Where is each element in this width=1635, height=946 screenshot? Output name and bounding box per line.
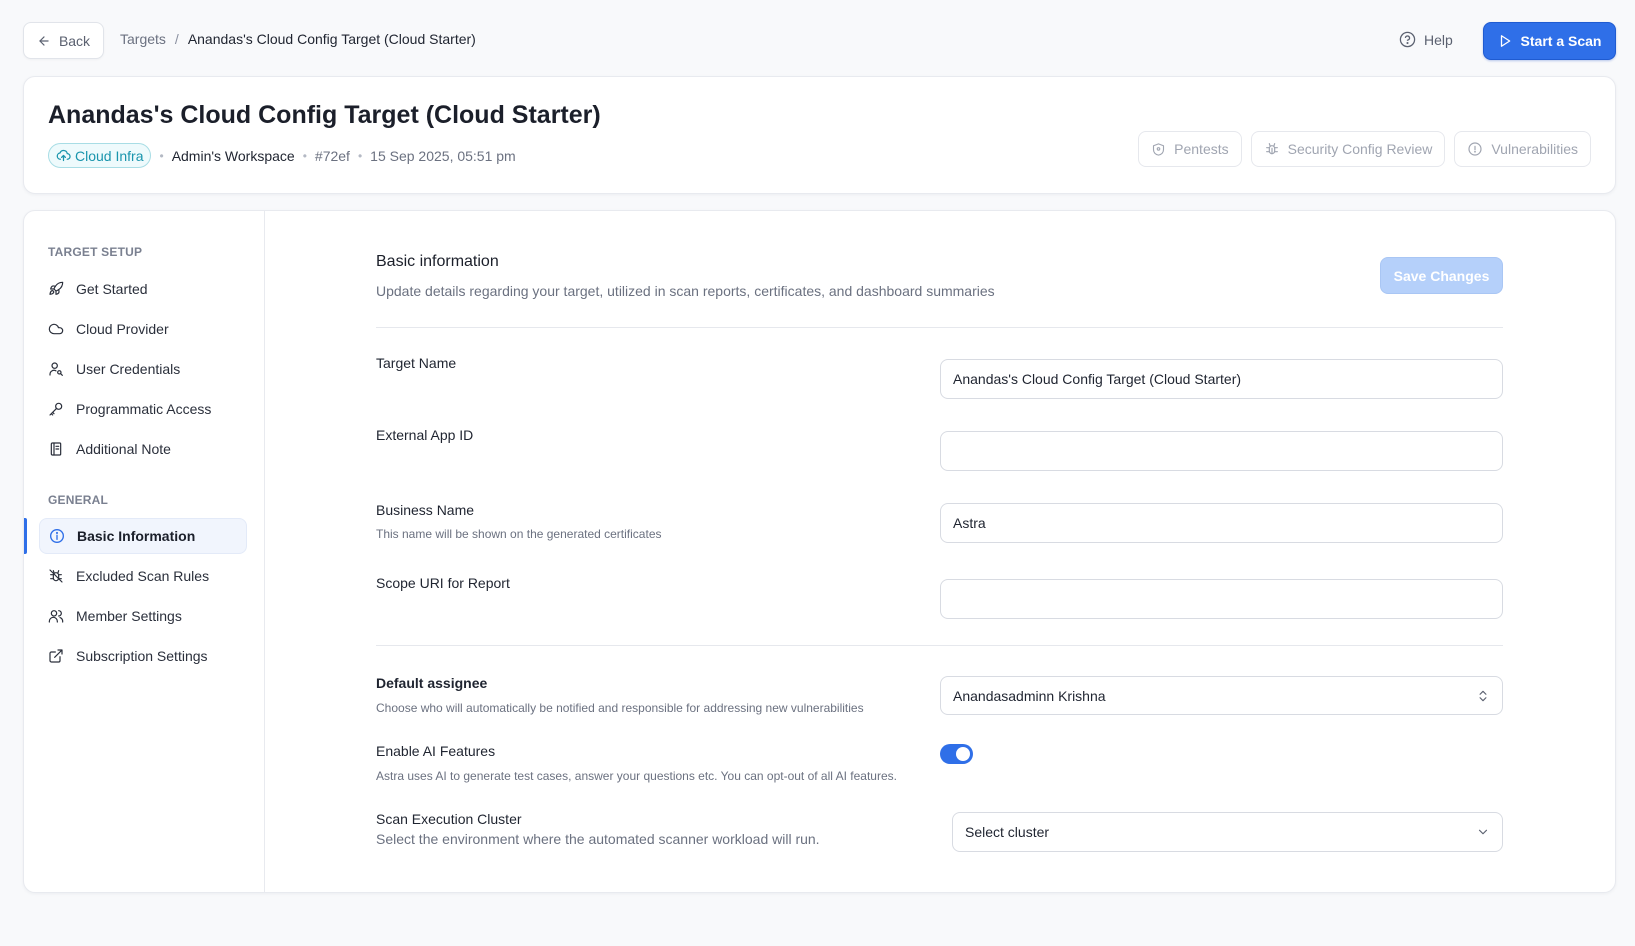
arrow-left-icon	[37, 34, 51, 48]
back-button-label: Back	[58, 32, 91, 49]
back-button[interactable]: Back	[23, 22, 104, 59]
meta-separator: •	[357, 148, 363, 163]
external-app-id-label: External App ID	[376, 427, 474, 443]
basic-info-form: Basic information Update details regardi…	[24, 211, 1615, 892]
business-name-label: Business Name	[376, 502, 475, 518]
cloud-infra-badge: Cloud Infra	[48, 143, 152, 168]
ai-features-help: Astra uses AI to generate test cases, an…	[376, 769, 897, 783]
divider	[376, 645, 1503, 646]
tab-security-config-review[interactable]: Security Config Review	[1250, 131, 1446, 167]
default-assignee-label: Default assignee	[376, 675, 488, 691]
default-assignee-help: Choose who will automatically be notifie…	[376, 701, 864, 715]
external-app-id-input[interactable]	[940, 431, 1503, 471]
scan-cluster-label: Scan Execution Cluster	[376, 811, 522, 827]
ai-features-toggle[interactable]	[940, 744, 973, 764]
help-label: Help	[1424, 31, 1453, 48]
created-date: 15 Sep 2025, 05:51 pm	[370, 147, 516, 164]
tab-vulnerabilities[interactable]: Vulnerabilities	[1454, 131, 1591, 167]
tab-pentests[interactable]: Pentests	[1138, 131, 1242, 167]
badge-label: Cloud Infra	[75, 147, 144, 164]
scope-uri-label: Scope URI for Report	[376, 575, 510, 591]
select-value: Select cluster	[965, 824, 1050, 840]
help-link[interactable]: Help	[1399, 31, 1453, 48]
target-meta: Cloud Infra • Admin's Workspace • #72ef …	[48, 143, 516, 168]
page-title: Anandas's Cloud Config Target (Cloud Sta…	[48, 101, 601, 129]
scope-uri-input[interactable]	[940, 579, 1503, 619]
select-value: Anandasadminn Krishna	[953, 687, 1106, 704]
business-name-help: This name will be shown on the generated…	[376, 527, 662, 541]
start-scan-button[interactable]: Start a Scan	[1483, 22, 1616, 60]
save-changes-button[interactable]: Save Changes	[1380, 257, 1503, 294]
settings-card: TARGET SETUP Get Started Cloud Provider …	[23, 210, 1616, 893]
bug-icon	[1264, 141, 1280, 157]
ai-features-label: Enable AI Features	[376, 743, 496, 759]
target-header-card: Anandas's Cloud Config Target (Cloud Sta…	[23, 76, 1616, 194]
breadcrumb: Targets / Anandas's Cloud Config Target …	[120, 31, 476, 47]
tab-label: Pentests	[1174, 141, 1229, 157]
tab-label: Security Config Review	[1287, 141, 1433, 157]
alert-circle-icon	[1467, 141, 1483, 157]
default-assignee-select[interactable]: Anandasadminn Krishna	[940, 676, 1503, 715]
top-bar: Back Targets / Anandas's Cloud Config Ta…	[0, 0, 1635, 80]
start-scan-label: Start a Scan	[1520, 33, 1602, 49]
tab-label: Vulnerabilities	[1491, 141, 1578, 157]
business-name-input[interactable]: Astra	[940, 503, 1503, 543]
section-title: Basic information	[376, 253, 499, 270]
header-tabs: Pentests Security Config Review Vulnerab…	[1138, 131, 1591, 167]
target-name-input[interactable]: Anandas's Cloud Config Target (Cloud Sta…	[940, 359, 1503, 399]
target-id: #72ef	[314, 147, 350, 164]
breadcrumb-targets[interactable]: Targets	[120, 31, 166, 47]
meta-separator: •	[159, 148, 164, 163]
breadcrumb-separator: /	[174, 31, 179, 47]
toggle-knob	[956, 747, 970, 761]
breadcrumb-current: Anandas's Cloud Config Target (Cloud Sta…	[187, 31, 476, 47]
meta-separator: •	[302, 148, 307, 163]
target-name-label: Target Name	[376, 355, 457, 371]
chevrons-up-down-icon	[1476, 689, 1490, 703]
cloud-upload-icon	[56, 148, 71, 163]
divider	[376, 327, 1503, 328]
shield-icon	[1151, 142, 1166, 157]
scan-cluster-help: Select the environment where the automat…	[376, 831, 820, 847]
workspace-name[interactable]: Admin's Workspace	[172, 148, 295, 164]
scan-cluster-select[interactable]: Select cluster	[952, 812, 1503, 852]
chevron-down-icon	[1476, 825, 1490, 839]
section-subtitle: Update details regarding your target, ut…	[376, 283, 995, 299]
help-circle-icon	[1399, 31, 1416, 48]
play-icon	[1498, 34, 1512, 48]
